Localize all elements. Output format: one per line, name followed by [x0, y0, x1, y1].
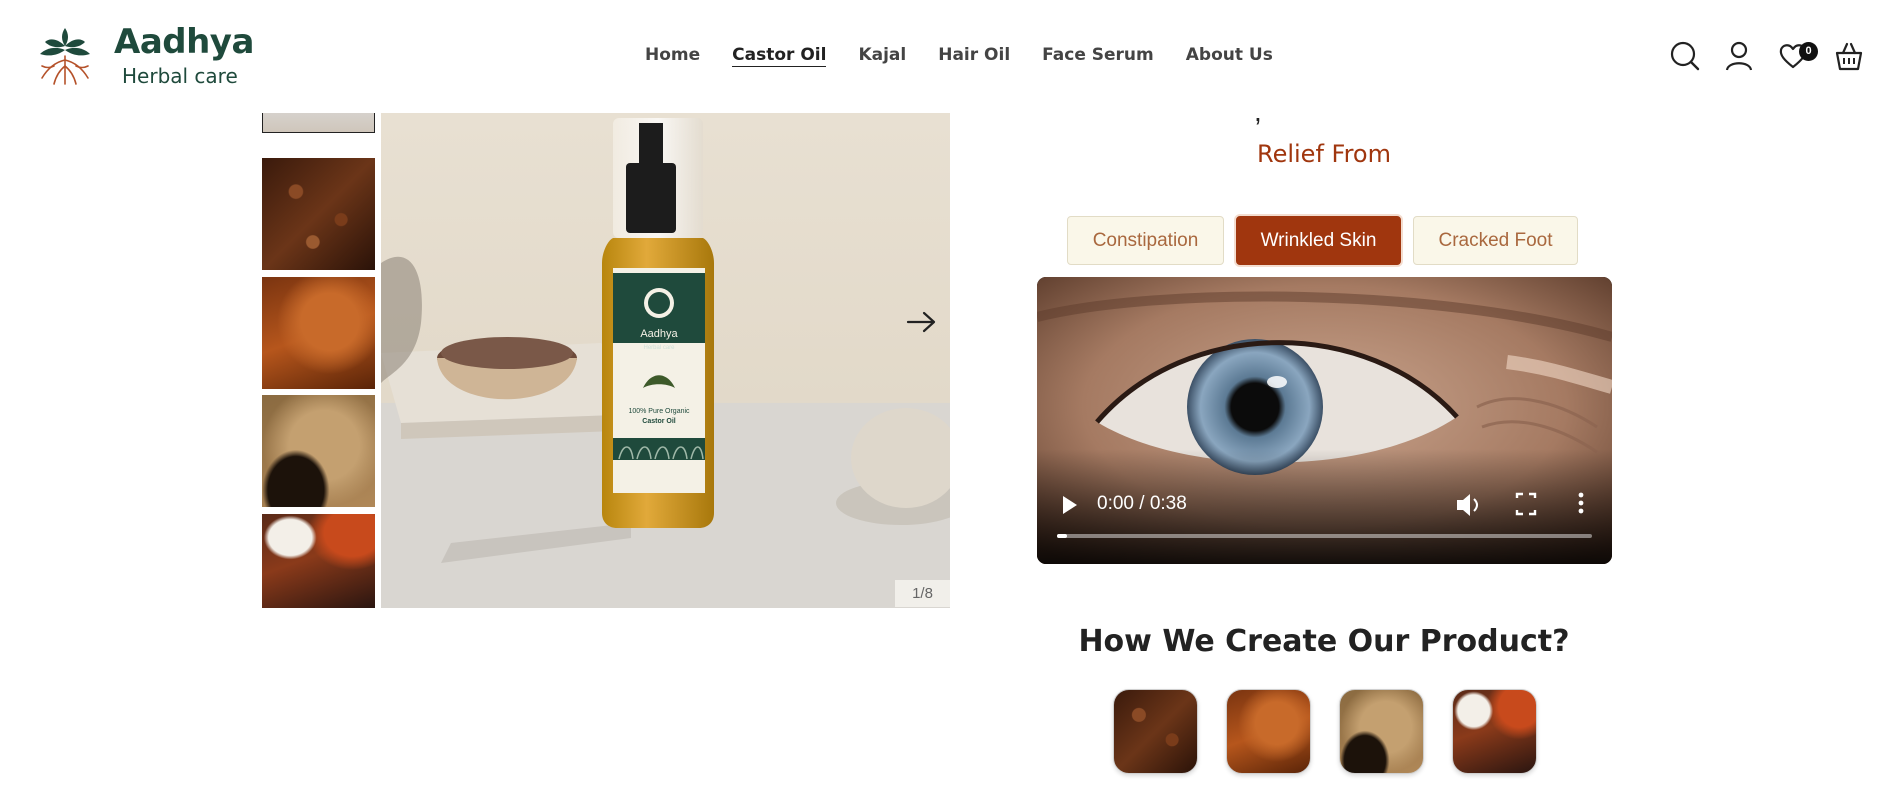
video-progress-fill — [1057, 534, 1067, 538]
gallery-counter: 1/8 — [895, 580, 950, 607]
nav-castor-oil[interactable]: Castor Oil — [732, 45, 827, 67]
thumbnail-5[interactable] — [262, 514, 375, 608]
relief-video-player[interactable]: 0:00 / 0:38 — [1037, 277, 1612, 564]
process-step-1[interactable] — [1113, 689, 1198, 774]
bottle-brand-label: Aadhya — [640, 328, 678, 340]
tab-wrinkled-skin[interactable]: Wrinkled Skin — [1236, 216, 1401, 265]
bottle-line2-label: Castor Oil — [642, 418, 676, 425]
video-time-display: 0:00 / 0:38 — [1097, 493, 1187, 514]
gallery-thumbnails — [262, 113, 375, 608]
site-header: Aadhya Herbal care Home Castor Oil Kajal… — [0, 0, 1879, 113]
next-arrow-icon[interactable] — [905, 307, 939, 337]
main-nav: Home Castor Oil Kajal Hair Oil Face Seru… — [645, 45, 1273, 67]
cart-icon[interactable] — [1834, 40, 1864, 72]
process-step-3[interactable] — [1339, 689, 1424, 774]
product-main-image[interactable]: Aadhya Herbal care 100% Pure Organic Cas… — [381, 113, 950, 608]
tab-cracked-foot[interactable]: Cracked Foot — [1413, 216, 1578, 265]
relief-tabs: Constipation Wrinkled Skin Cracked Foot — [1067, 216, 1578, 265]
thumbnail-1[interactable] — [262, 113, 375, 133]
bottle-line1-label: 100% Pure Organic — [628, 408, 690, 415]
brand-tagline: Herbal care — [122, 64, 238, 88]
bottle-sub-label: Herbal care — [643, 345, 675, 351]
account-icon[interactable] — [1724, 40, 1754, 72]
nav-home[interactable]: Home — [645, 45, 700, 67]
thumbnail-3[interactable] — [262, 277, 375, 389]
process-heading: How We Create Our Product? — [1078, 624, 1570, 659]
process-step-2[interactable] — [1226, 689, 1311, 774]
brand-logo-icon[interactable] — [36, 26, 94, 86]
nav-face-serum[interactable]: Face Serum — [1042, 45, 1154, 67]
thumbnail-4[interactable] — [262, 395, 375, 507]
relief-heading: Relief From — [1256, 140, 1391, 168]
brand-name[interactable]: Aadhya — [114, 22, 254, 62]
thumbnail-2[interactable] — [262, 158, 375, 270]
nav-about-us[interactable]: About Us — [1186, 45, 1273, 67]
wishlist-count-badge: 0 — [1799, 42, 1818, 61]
process-step-4[interactable] — [1452, 689, 1537, 774]
video-progress-track[interactable] — [1057, 534, 1592, 538]
nav-kajal[interactable]: Kajal — [858, 45, 906, 67]
tab-constipation[interactable]: Constipation — [1067, 216, 1224, 265]
process-steps — [1113, 689, 1537, 774]
nav-hair-oil[interactable]: Hair Oil — [938, 45, 1010, 67]
search-icon[interactable] — [1670, 40, 1700, 72]
